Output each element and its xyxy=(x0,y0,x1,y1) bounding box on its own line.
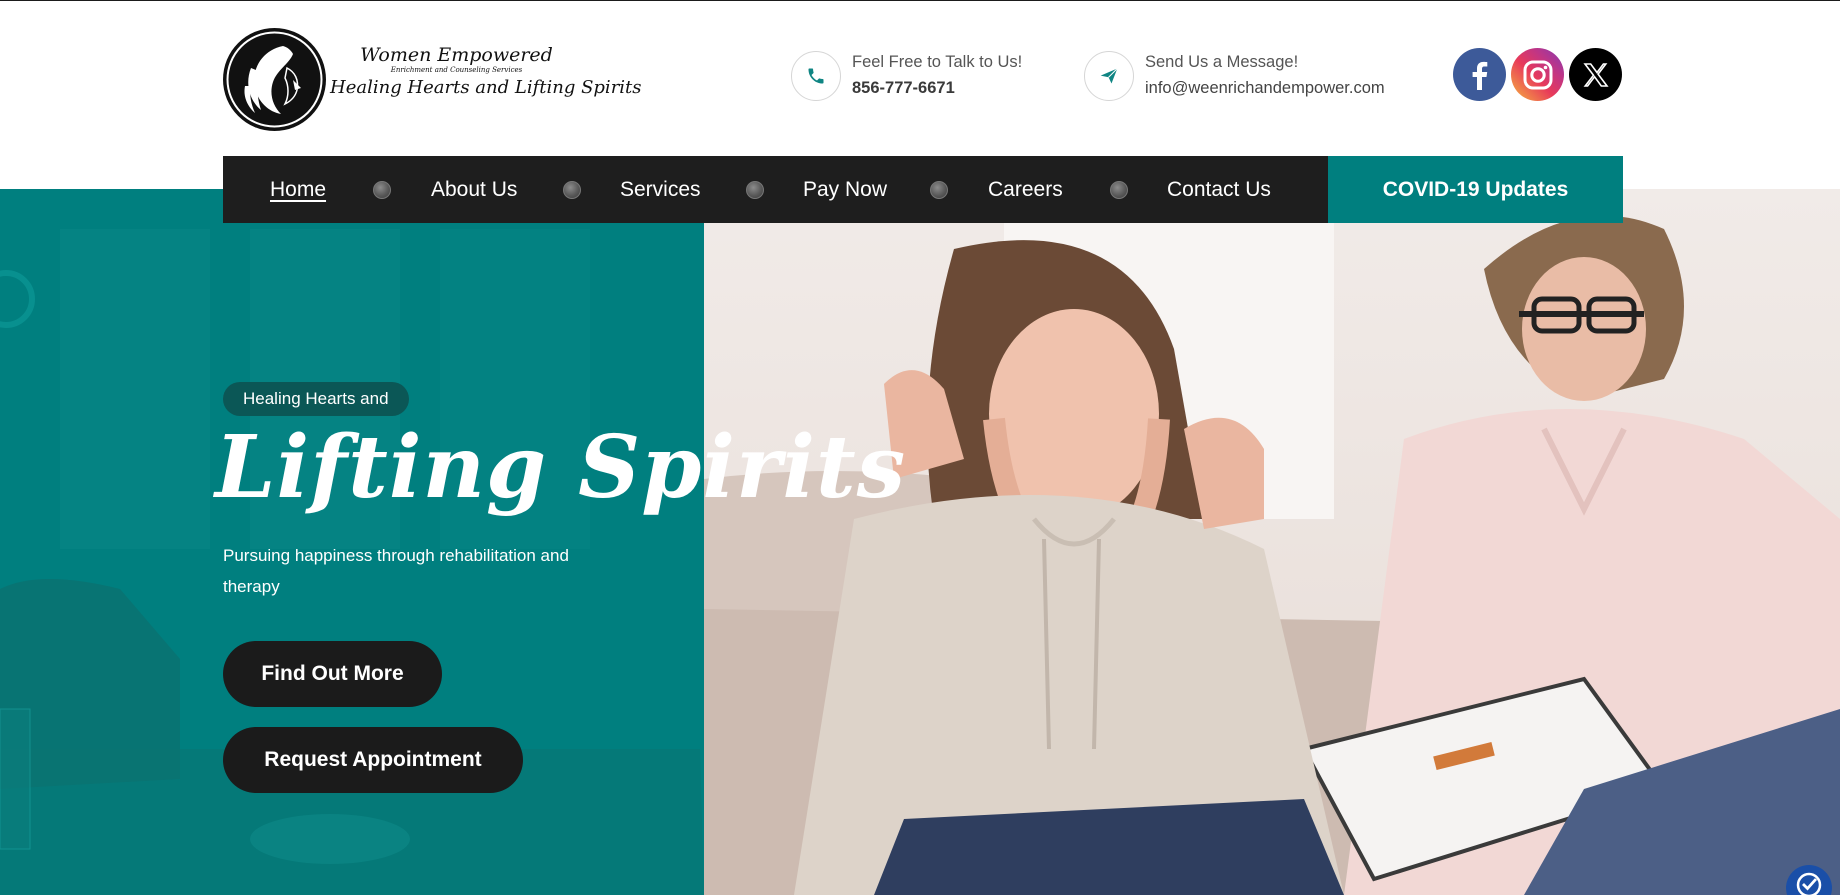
nav-separator-icon xyxy=(1110,181,1128,199)
nav-pay-now[interactable]: Pay Now xyxy=(803,156,887,223)
request-appointment-button[interactable]: Request Appointment xyxy=(223,727,523,793)
logo-title: Women Empowered xyxy=(360,44,553,66)
main-nav: Home About Us Services Pay Now Careers C… xyxy=(223,156,1623,223)
nav-about-us[interactable]: About Us xyxy=(431,156,517,223)
hero-pill-label: Healing Hearts and xyxy=(223,382,409,416)
site-logo[interactable]: Women Empowered Enrichment and Counselin… xyxy=(223,28,642,132)
nav-careers[interactable]: Careers xyxy=(988,156,1063,223)
logo-slogan: Healing Hearts and Lifting Spirits xyxy=(330,77,642,98)
instagram-icon[interactable] xyxy=(1511,48,1564,101)
email-address[interactable]: info@weenrichandempower.com xyxy=(1145,79,1385,98)
email-label: Send Us a Message! xyxy=(1145,53,1299,71)
phone-icon xyxy=(791,51,841,101)
nav-separator-icon xyxy=(930,181,948,199)
nav-separator-icon xyxy=(746,181,764,199)
nav-home[interactable]: Home xyxy=(270,156,326,223)
paper-plane-icon xyxy=(1084,51,1134,101)
facebook-icon[interactable] xyxy=(1453,48,1506,101)
logo-woman-silhouette-icon xyxy=(223,28,326,131)
x-icon[interactable] xyxy=(1569,48,1622,101)
phone-number[interactable]: 856-777-6671 xyxy=(852,79,955,98)
nav-services[interactable]: Services xyxy=(620,156,701,223)
contact-phone[interactable]: Feel Free to Talk to Us! 856-777-6671 xyxy=(791,51,1031,103)
phone-label: Feel Free to Talk to Us! xyxy=(852,53,1023,71)
find-out-more-button[interactable]: Find Out More xyxy=(223,641,442,707)
therapy-session-photo xyxy=(704,189,1840,895)
nav-separator-icon xyxy=(563,181,581,199)
nav-separator-icon xyxy=(373,181,391,199)
logo-tagline: Enrichment and Counseling Services xyxy=(390,66,523,74)
hero-subtitle: Pursuing happiness through rehabilitatio… xyxy=(223,546,569,596)
nav-contact-us[interactable]: Contact Us xyxy=(1167,156,1271,223)
covid-updates-button[interactable]: COVID-19 Updates xyxy=(1328,156,1623,223)
hero-title: Lifting Spirits xyxy=(215,417,907,518)
contact-email[interactable]: Send Us a Message! info@weenrichandempow… xyxy=(1084,51,1424,103)
